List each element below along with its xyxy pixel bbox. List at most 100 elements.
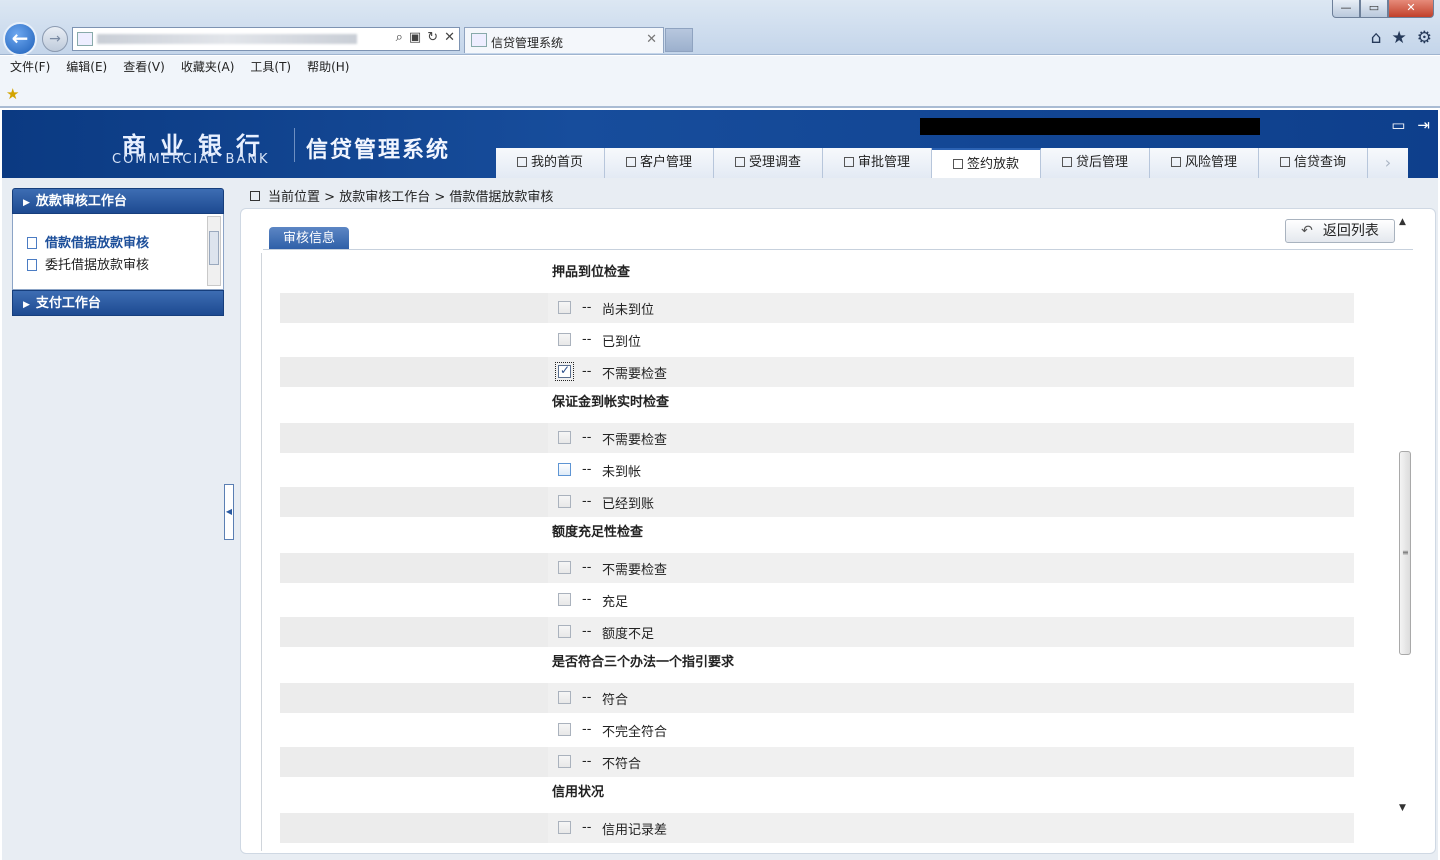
back-button-label: 返回列表: [1322, 223, 1379, 239]
menu-file[interactable]: 文件(F): [10, 56, 50, 78]
option-label[interactable]: 额度不足: [602, 623, 654, 642]
sidebar-panel-loan-audit[interactable]: ▶ 放款审核工作台: [12, 188, 224, 214]
label-cell: [280, 293, 548, 323]
nav-query[interactable]: 信贷查询: [1259, 148, 1368, 178]
nav-scroll-right-icon[interactable]: ›: [1368, 148, 1408, 178]
browser-tab[interactable]: 信贷管理系统 ✕: [464, 27, 664, 53]
option-checkbox[interactable]: [558, 625, 571, 638]
option-checkbox[interactable]: [558, 463, 571, 476]
scroll-up-icon[interactable]: ▲: [1399, 217, 1406, 227]
scroll-down-icon[interactable]: ▼: [1399, 803, 1406, 813]
option-label[interactable]: 不需要检查: [602, 363, 667, 382]
survey-icon: [734, 157, 745, 167]
option-label[interactable]: 不需要检查: [602, 559, 667, 578]
option-checkbox[interactable]: [558, 495, 571, 508]
option-label[interactable]: 尚未到位: [602, 299, 654, 318]
nav-signing[interactable]: 签约放款: [932, 148, 1041, 178]
option-checkbox[interactable]: [558, 723, 571, 736]
option-label[interactable]: 信用记录差: [602, 819, 667, 838]
scroll-thumb[interactable]: ≡: [1399, 451, 1411, 655]
nav-survey[interactable]: 受理调查: [714, 148, 823, 178]
option-checkbox[interactable]: [558, 431, 571, 444]
search-icon[interactable]: ⌕: [396, 30, 403, 45]
option-checkbox[interactable]: [558, 821, 571, 834]
breadcrumb-level1[interactable]: 放款审核工作台: [339, 190, 430, 205]
compat-view-icon[interactable]: ▣: [409, 30, 421, 45]
sidebar-collapse-icon[interactable]: ◀: [224, 484, 234, 540]
nav-customer[interactable]: 客户管理: [605, 148, 714, 178]
option-row: -- 充足: [280, 585, 1354, 615]
back-arrow-icon[interactable]: ←: [3, 22, 37, 56]
menu-view[interactable]: 查看(V): [123, 56, 165, 78]
option-label[interactable]: 已经到账: [602, 493, 654, 512]
nav-post-loan[interactable]: 贷后管理: [1041, 148, 1150, 178]
tab-close-icon[interactable]: ✕: [646, 32, 657, 47]
gear-icon[interactable]: ⚙: [1417, 28, 1432, 48]
refresh-icon[interactable]: ↻: [427, 30, 438, 45]
breadcrumb-level2: 借款借据放款审核: [449, 190, 554, 205]
option-cell: -- 不完全符合: [552, 715, 1354, 745]
option-label[interactable]: 不完全符合: [602, 721, 667, 740]
back-to-list-button[interactable]: ↶ 返回列表: [1285, 219, 1395, 243]
document-icon: [27, 237, 37, 249]
sidebar-item-entrusted-receipt-audit[interactable]: 委托借据放款审核: [27, 254, 149, 273]
nav-approval[interactable]: 审批管理: [823, 148, 932, 178]
option-checkbox[interactable]: [558, 561, 571, 574]
home-icon: [516, 157, 527, 167]
menu-tools[interactable]: 工具(T): [250, 56, 291, 78]
option-checkbox[interactable]: [558, 301, 571, 314]
form-scrollbar[interactable]: ▲ ≡ ▼: [1395, 217, 1413, 813]
logout-icon[interactable]: ⇥: [1417, 116, 1430, 134]
nav-label: 风险管理: [1184, 155, 1237, 170]
option-cell: -- 已到位: [552, 325, 1354, 355]
menu-edit[interactable]: 编辑(E): [66, 56, 107, 78]
return-arrow-icon: ↶: [1301, 223, 1313, 239]
close-window-button[interactable]: ✕: [1388, 0, 1434, 18]
monitor-icon[interactable]: ▭: [1391, 116, 1405, 134]
sidebar-item-loan-receipt-audit[interactable]: 借款借据放款审核: [27, 232, 149, 251]
section-title: 信用状况: [552, 785, 605, 800]
option-label[interactable]: 充足: [602, 591, 628, 610]
option-row: -- 已经到账: [280, 487, 1354, 517]
address-bar[interactable]: ⌕ ▣ ↻ ✕: [72, 27, 460, 51]
blurred-url: [97, 34, 357, 44]
menu-help[interactable]: 帮助(H): [307, 56, 349, 78]
label-cell: [280, 325, 548, 355]
option-dash: --: [582, 462, 592, 477]
sidebar: ▶ 放款审核工作台 借款借据放款审核 委托借据放款审核 ▶ 支付工作台: [12, 188, 224, 316]
system-title: 信贷管理系统: [306, 138, 451, 163]
label-cell: [280, 553, 548, 583]
option-label[interactable]: 未到帐: [602, 461, 641, 480]
minimize-button[interactable]: —: [1332, 0, 1360, 18]
option-dash: --: [582, 494, 592, 509]
page-body: ▶ 放款审核工作台 借款借据放款审核 委托借据放款审核 ▶ 支付工作台 ◀ 当前位置…: [2, 178, 1438, 860]
location-icon: [250, 191, 260, 201]
option-checkbox[interactable]: [558, 755, 571, 768]
option-checkbox[interactable]: [558, 333, 571, 346]
forward-arrow-icon[interactable]: →: [42, 26, 68, 52]
option-dash: --: [582, 820, 592, 835]
panel-title: 支付工作台: [35, 296, 101, 311]
stop-icon[interactable]: ✕: [444, 30, 455, 45]
option-row: -- 不需要检查: [280, 423, 1354, 453]
sidebar-panel-payment[interactable]: ▶ 支付工作台: [12, 290, 224, 316]
option-label[interactable]: 符合: [602, 689, 628, 708]
maximize-button[interactable]: ▭: [1360, 0, 1388, 18]
option-label[interactable]: 不符合: [602, 753, 641, 772]
nav-home[interactable]: 我的首页: [496, 148, 605, 178]
list-icon: [843, 157, 854, 167]
add-favorite-icon[interactable]: ★: [6, 85, 19, 103]
option-checkbox[interactable]: [555, 362, 574, 381]
new-tab-button[interactable]: [665, 28, 693, 52]
star-icon[interactable]: ★: [1392, 28, 1407, 48]
option-checkbox[interactable]: [558, 691, 571, 704]
option-checkbox[interactable]: [558, 593, 571, 606]
option-label[interactable]: 已到位: [602, 331, 641, 350]
home-icon[interactable]: ⌂: [1371, 28, 1382, 48]
menu-favorites[interactable]: 收藏夹(A): [181, 56, 235, 78]
nav-risk[interactable]: 风险管理: [1150, 148, 1259, 178]
scroll-thumb[interactable]: [209, 231, 219, 265]
option-label[interactable]: 不需要检查: [602, 429, 667, 448]
tab-audit-info[interactable]: 审核信息: [269, 227, 349, 250]
sidebar-scrollbar[interactable]: [207, 216, 221, 286]
